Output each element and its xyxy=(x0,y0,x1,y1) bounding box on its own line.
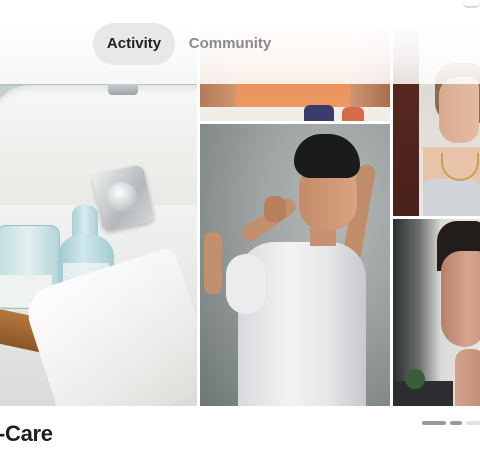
tab-activity[interactable]: Activity xyxy=(93,23,175,65)
top-edge-indicator xyxy=(462,0,480,8)
pagination-dot[interactable] xyxy=(466,421,480,425)
pagination-dot[interactable] xyxy=(450,421,462,425)
section-title: -Care xyxy=(0,421,53,446)
photo-portrait-white-dress[interactable] xyxy=(200,124,390,406)
photo-man-skincare[interactable] xyxy=(393,219,480,406)
tab-community[interactable]: Community xyxy=(183,23,277,65)
photo-bath-product[interactable] xyxy=(0,29,197,406)
pagination-dot-active[interactable] xyxy=(422,421,446,425)
